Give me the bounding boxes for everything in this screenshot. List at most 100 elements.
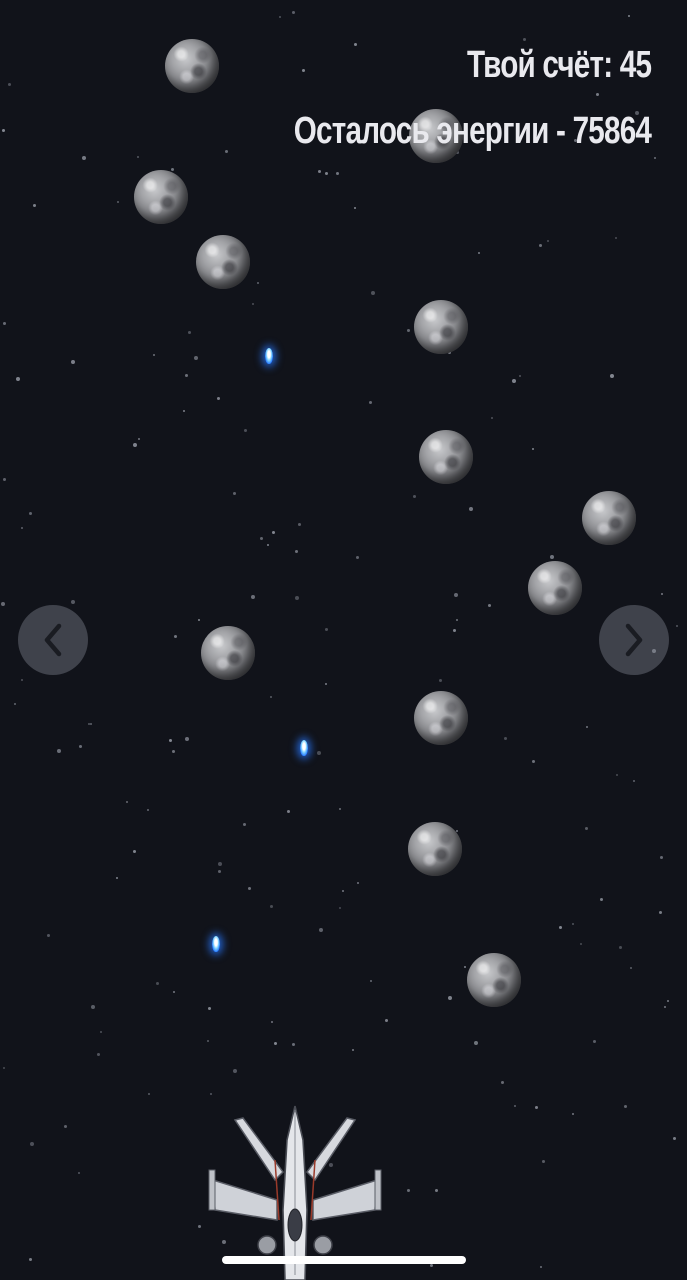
starfield-background: [0, 0, 687, 1280]
star: [272, 531, 275, 534]
energy-label: Осталось энергии - 75864: [293, 110, 652, 152]
star: [542, 1160, 545, 1163]
star: [153, 354, 155, 356]
star: [133, 443, 137, 447]
star: [1, 602, 5, 606]
star: [97, 1053, 100, 1056]
star: [100, 1031, 102, 1033]
star: [532, 448, 534, 450]
star: [478, 252, 480, 254]
move-left-button[interactable]: [18, 605, 88, 675]
star: [474, 1041, 478, 1045]
star: [29, 512, 32, 515]
star: [572, 923, 574, 925]
star: [491, 417, 493, 419]
asteroid: [414, 691, 468, 745]
star: [169, 739, 172, 742]
asteroid: [582, 491, 636, 545]
star: [287, 810, 290, 813]
star: [667, 1000, 669, 1002]
star: [325, 172, 328, 175]
star: [654, 157, 656, 159]
home-indicator[interactable]: [222, 1256, 466, 1264]
star: [369, 401, 372, 404]
player-spaceship[interactable]: [205, 1100, 385, 1280]
move-right-button[interactable]: [599, 605, 669, 675]
star: [79, 745, 82, 748]
star: [596, 93, 599, 96]
star: [523, 38, 526, 41]
star: [407, 1189, 410, 1192]
star: [628, 15, 630, 17]
star: [252, 303, 254, 305]
star: [172, 750, 175, 753]
star: [325, 683, 327, 685]
star: [217, 397, 220, 400]
star: [71, 360, 75, 364]
asteroid: [419, 430, 473, 484]
star: [233, 492, 236, 495]
star: [673, 1137, 676, 1140]
star: [251, 595, 255, 599]
star: [619, 946, 622, 949]
star: [298, 523, 301, 526]
star: [148, 1093, 150, 1095]
star: [532, 760, 535, 763]
star: [370, 980, 372, 982]
projectile: [265, 348, 273, 364]
star: [156, 982, 159, 985]
star: [547, 240, 549, 242]
star: [171, 168, 174, 171]
star: [580, 943, 582, 945]
chevron-left-icon: [44, 623, 62, 657]
star: [185, 737, 189, 741]
star: [292, 1043, 295, 1046]
star: [248, 887, 251, 890]
star: [610, 374, 614, 378]
star: [147, 809, 149, 811]
star: [292, 11, 295, 14]
star: [208, 1007, 211, 1010]
star: [21, 527, 23, 529]
star: [29, 1258, 32, 1261]
star: [539, 244, 542, 247]
star: [439, 679, 442, 682]
star: [225, 150, 228, 153]
star: [514, 1105, 516, 1107]
star: [540, 1266, 542, 1268]
star: [339, 907, 341, 909]
star: [198, 619, 200, 621]
star: [185, 374, 188, 377]
star: [339, 808, 341, 810]
asteroid: [165, 39, 219, 93]
star: [659, 911, 662, 914]
star: [8, 83, 11, 86]
star: [16, 377, 20, 381]
star: [356, 556, 359, 559]
star: [188, 331, 191, 334]
star: [318, 170, 321, 173]
star: [138, 438, 140, 440]
star: [453, 629, 456, 632]
star: [501, 1081, 504, 1084]
projectile: [212, 936, 220, 952]
star: [3, 1067, 5, 1069]
star: [57, 749, 61, 753]
star: [413, 495, 416, 498]
star: [82, 156, 86, 160]
star: [90, 723, 92, 725]
star: [173, 991, 175, 993]
star: [30, 1142, 34, 1146]
star: [233, 1069, 237, 1073]
star: [454, 593, 458, 597]
asteroid: [467, 953, 521, 1007]
game-canvas[interactable]: Твой счёт: 45 Осталось энергии - 75864: [0, 0, 687, 1280]
star: [244, 429, 247, 432]
star: [64, 1125, 67, 1128]
star: [385, 1019, 388, 1022]
star: [279, 16, 281, 18]
star: [91, 1005, 95, 1009]
star: [317, 751, 321, 755]
star: [593, 1040, 596, 1043]
star: [267, 544, 269, 546]
